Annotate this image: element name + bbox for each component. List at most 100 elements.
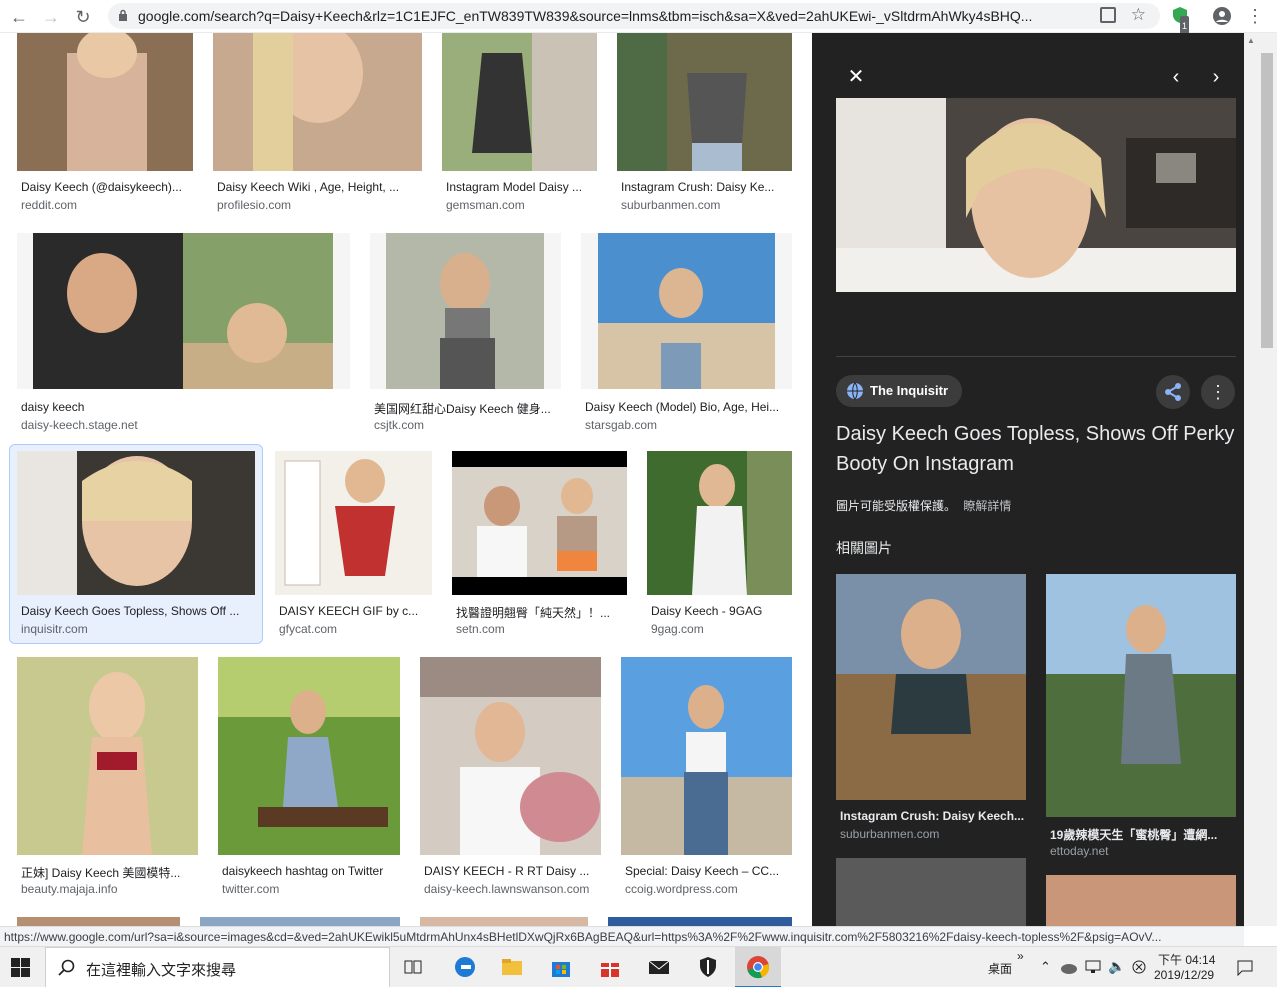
show-hidden-icons-icon[interactable]: ⌃ (1040, 959, 1051, 975)
source-chip[interactable]: The Inquisitr (836, 375, 962, 407)
result-card[interactable]: DAISY KEECH - R RT Daisy ... daisy-keech… (420, 657, 601, 902)
result-thumbnail[interactable] (617, 33, 792, 171)
result-thumbnail[interactable] (213, 33, 422, 171)
store-icon[interactable] (549, 955, 573, 979)
result-card-selected[interactable]: Daisy Keech Goes Topless, Shows Off ... … (17, 451, 255, 641)
result-thumbnail[interactable] (452, 451, 627, 595)
result-source[interactable]: ccoig.wordpress.com (625, 882, 738, 896)
scrollbar-thumb[interactable] (1261, 53, 1273, 348)
extension-shield-icon[interactable]: 1 (1170, 6, 1190, 36)
file-explorer-icon[interactable] (500, 955, 524, 979)
result-card[interactable]: Instagram Model Daisy ... gemsman.com (442, 33, 597, 213)
result-card[interactable]: Daisy Keech (Model) Bio, Age, Hei... sta… (581, 233, 792, 433)
result-thumbnail[interactable] (370, 233, 561, 389)
image-blocked-icon[interactable] (1100, 7, 1116, 23)
result-source[interactable]: 9gag.com (651, 622, 704, 636)
result-card[interactable]: Daisy Keech (@daisykeech)... reddit.com (17, 33, 193, 213)
preview-title[interactable]: Daisy Keech Goes Topless, Shows Off Perk… (836, 419, 1241, 479)
previous-chevron-icon[interactable]: ‹ (1166, 67, 1186, 87)
chrome-taskbar-button[interactable] (735, 947, 781, 987)
result-thumbnail[interactable] (420, 657, 601, 855)
result-source[interactable]: daisy-keech.stage.net (21, 418, 138, 432)
share-icon[interactable] (1156, 375, 1190, 409)
page-scrollbar[interactable]: ▲ (1244, 33, 1277, 926)
result-source[interactable]: gemsman.com (446, 198, 525, 212)
result-card[interactable]: 找醫證明翹臀「純天然」！... setn.com (452, 451, 627, 641)
result-thumbnail[interactable] (621, 657, 792, 855)
preview-image[interactable] (836, 98, 1236, 292)
related-image-card[interactable]: Instagram Crush: Daisy Keech... suburban… (836, 574, 1026, 841)
clock-time[interactable]: 下午 04:14 (1158, 951, 1215, 968)
task-view-icon[interactable] (403, 957, 423, 977)
related-thumbnail[interactable] (836, 574, 1026, 800)
security-shield-icon[interactable] (696, 955, 720, 979)
result-thumbnail[interactable] (218, 657, 400, 855)
result-card[interactable]: daisykeech hashtag on Twitter twitter.co… (218, 657, 400, 902)
result-card[interactable]: 美国网红甜心Daisy Keech 健身... csjtk.com (370, 233, 561, 433)
input-method-icon[interactable] (1132, 960, 1146, 974)
related-source[interactable]: ettoday.net (1050, 844, 1109, 858)
result-source[interactable]: twitter.com (222, 882, 279, 896)
desktop-toolbar-label[interactable]: 桌面 (988, 960, 1012, 977)
result-thumbnail[interactable] (647, 451, 792, 595)
result-card[interactable]: Daisy Keech Wiki , Age, Height, ... prof… (213, 33, 422, 213)
result-thumbnail[interactable] (17, 657, 198, 855)
volume-icon[interactable]: 🔈 (1108, 958, 1125, 975)
result-source[interactable]: reddit.com (21, 198, 77, 212)
network-icon[interactable] (1084, 959, 1102, 975)
result-card[interactable]: 正妹] Daisy Keech 美國模特... beauty.majaja.in… (17, 657, 198, 902)
more-options-icon[interactable]: ⋮ (1201, 375, 1235, 409)
result-card[interactable]: Special: Daisy Keech – CC... ccoig.wordp… (621, 657, 792, 902)
notification-center-icon[interactable] (1236, 958, 1254, 976)
result-source[interactable]: inquisitr.com (21, 622, 88, 636)
gift-app-icon[interactable] (598, 955, 622, 979)
result-source[interactable]: gfycat.com (279, 622, 337, 636)
taskbar-search-box[interactable]: 在這裡輸入文字來搜尋 (45, 947, 390, 987)
result-thumbnail[interactable] (420, 917, 588, 926)
onedrive-cloud-icon[interactable] (1060, 960, 1078, 974)
result-source[interactable]: setn.com (456, 622, 505, 636)
related-image-card[interactable]: 19歲辣模天生「蜜桃臀」遭網... ettoday.net (1046, 574, 1236, 858)
related-thumbnail[interactable] (1046, 574, 1236, 817)
related-thumbnail[interactable] (1046, 875, 1236, 926)
menu-kebab-icon[interactable]: ⋮ (1245, 6, 1265, 26)
result-card[interactable]: DAISY KEECH GIF by c... gfycat.com (275, 451, 432, 641)
related-source[interactable]: suburbanmen.com (840, 827, 939, 841)
result-thumbnail[interactable] (608, 917, 792, 926)
result-thumbnail[interactable] (275, 451, 432, 595)
edge-icon[interactable] (453, 955, 477, 979)
result-thumbnail[interactable] (442, 33, 597, 171)
bookmark-star-icon[interactable]: ☆ (1131, 5, 1146, 25)
result-thumbnail[interactable] (581, 233, 792, 389)
result-card[interactable]: Instagram Crush: Daisy Ke... suburbanmen… (617, 33, 792, 213)
result-caption: Daisy Keech (@daisykeech)... (21, 180, 182, 194)
result-source[interactable]: daisy-keech.lawnswanson.com (424, 882, 589, 896)
scroll-up-icon[interactable]: ▲ (1247, 36, 1257, 46)
windows-start-icon[interactable] (11, 958, 30, 977)
result-source[interactable]: starsgab.com (585, 418, 657, 432)
clock-date[interactable]: 2019/12/29 (1154, 968, 1214, 982)
back-icon[interactable]: ← (8, 6, 30, 28)
result-thumbnail[interactable] (200, 917, 400, 926)
address-bar[interactable]: google.com/search?q=Daisy+Keech&rlz=1C1E… (108, 3, 1160, 29)
result-thumbnail[interactable] (17, 233, 350, 389)
forward-icon[interactable]: → (40, 6, 62, 28)
source-name: The Inquisitr (870, 383, 948, 398)
next-chevron-icon[interactable]: › (1206, 67, 1226, 87)
result-source[interactable]: suburbanmen.com (621, 198, 720, 212)
result-card[interactable]: Daisy Keech - 9GAG 9gag.com (647, 451, 792, 641)
related-thumbnail[interactable] (836, 858, 1026, 926)
result-thumbnail[interactable] (17, 917, 180, 926)
result-card[interactable]: daisy keech daisy-keech.stage.net (17, 233, 350, 433)
result-thumbnail[interactable] (17, 451, 255, 595)
overflow-chevrons-icon[interactable]: » (1017, 949, 1024, 963)
result-source[interactable]: csjtk.com (374, 418, 424, 432)
learn-more-link[interactable]: 瞭解詳情 (963, 499, 1011, 513)
result-source[interactable]: profilesio.com (217, 198, 291, 212)
result-source[interactable]: beauty.majaja.info (21, 882, 118, 896)
profile-avatar-icon[interactable] (1212, 6, 1232, 26)
result-thumbnail[interactable] (17, 33, 193, 171)
reload-icon[interactable]: ↻ (72, 6, 94, 28)
close-icon[interactable]: ✕ (846, 67, 866, 87)
mail-icon[interactable] (647, 955, 671, 979)
